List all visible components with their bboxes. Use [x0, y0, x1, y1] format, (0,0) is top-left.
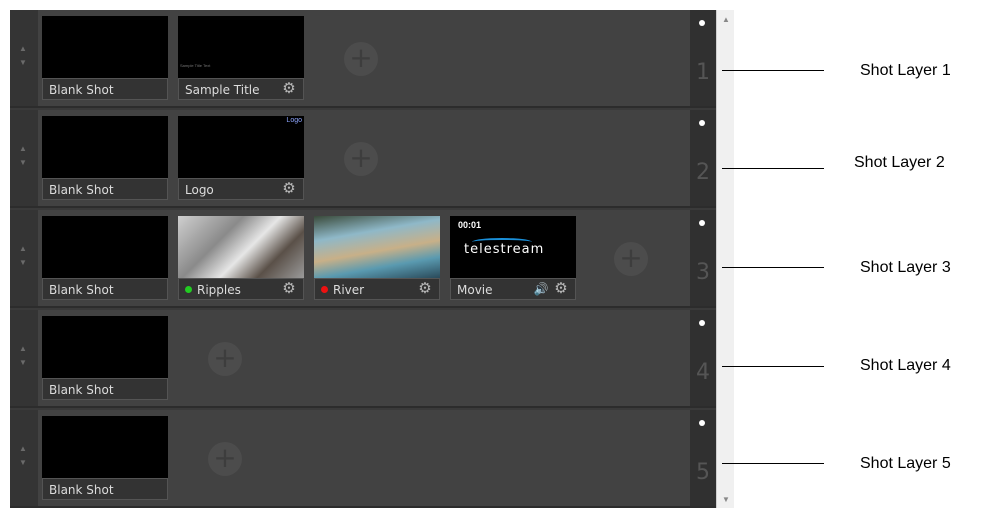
move-down-icon[interactable]: ▼ [18, 458, 28, 468]
callout-label: Shot Layer 2 [854, 154, 945, 171]
shot-blank[interactable]: Blank Shot [42, 316, 168, 400]
layer-number-strip: 2 [690, 110, 716, 206]
shot-ripples[interactable]: Ripples ⚙ [178, 216, 304, 300]
layer-number-strip: 4 [690, 310, 716, 406]
layer-number-strip: 1 [690, 10, 716, 106]
vertical-scrollbar[interactable]: ▲ ▼ [716, 10, 734, 508]
move-down-icon[interactable]: ▼ [18, 358, 28, 368]
shot-label: Blank Shot [42, 378, 168, 400]
scroll-up-icon[interactable]: ▲ [720, 14, 732, 26]
shot-label: Blank Shot [42, 278, 168, 300]
shot-thumbnail[interactable] [314, 216, 440, 278]
layer-number-strip: 3 [690, 210, 716, 306]
add-shot-icon[interactable]: + [614, 242, 648, 276]
callout-line [722, 70, 824, 71]
gear-icon[interactable]: ⚙ [553, 281, 569, 297]
shot-blank[interactable]: Blank Shot [42, 16, 168, 100]
on-air-indicator [699, 420, 705, 426]
shot-label: Logo ⚙ [178, 178, 304, 200]
layer-number: 3 [696, 260, 710, 285]
status-dot-icon [185, 286, 192, 293]
move-up-icon[interactable]: ▲ [18, 344, 28, 354]
add-shot-icon[interactable]: + [208, 342, 242, 376]
layer-number: 4 [696, 360, 710, 385]
scroll-down-icon[interactable]: ▼ [720, 494, 732, 506]
shot-blank[interactable]: Blank Shot [42, 116, 168, 200]
gear-icon[interactable]: ⚙ [281, 281, 297, 297]
move-down-icon[interactable]: ▼ [18, 58, 28, 68]
callout-line [722, 366, 824, 367]
shot-thumbnail[interactable] [178, 216, 304, 278]
shot-blank[interactable]: Blank Shot [42, 216, 168, 300]
callout-line [722, 267, 824, 268]
shot-label: Sample Title ⚙ [178, 78, 304, 100]
shot-river[interactable]: River ⚙ [314, 216, 440, 300]
shot-label: River ⚙ [314, 278, 440, 300]
reorder-handle[interactable]: ▲ ▼ [10, 410, 38, 506]
thumbnail-title-text: Sample Title Text [180, 63, 211, 68]
callout-label: Shot Layer 1 [860, 62, 951, 79]
add-shot-icon[interactable]: + [344, 142, 378, 176]
shot-layer-5: ▲ ▼ Blank Shot + 5 [10, 410, 716, 508]
shot-layer-3: ▲ ▼ Blank Shot Ripples ⚙ River ⚙ 00:01 t… [10, 210, 716, 308]
shot-thumbnail[interactable]: Sample Title Text [178, 16, 304, 78]
shot-layer-2: ▲ ▼ Blank Shot Logo Logo ⚙ + 2 [10, 110, 716, 208]
move-up-icon[interactable]: ▲ [18, 244, 28, 254]
reorder-handle[interactable]: ▲ ▼ [10, 310, 38, 406]
shot-layers-panel: ▲ ▼ Blank Shot Sample Title Text Sample … [10, 10, 716, 508]
layer-number: 5 [696, 460, 710, 485]
layer-number: 1 [696, 60, 710, 85]
shot-sample-title[interactable]: Sample Title Text Sample Title ⚙ [178, 16, 304, 100]
on-air-indicator [699, 320, 705, 326]
on-air-indicator [699, 220, 705, 226]
shot-label: Ripples ⚙ [178, 278, 304, 300]
shot-thumbnail[interactable] [42, 416, 168, 478]
shot-thumbnail[interactable]: 00:01 telestream [450, 216, 576, 278]
shot-label: Blank Shot [42, 178, 168, 200]
shot-thumbnail[interactable] [42, 316, 168, 378]
add-shot-icon[interactable]: + [208, 442, 242, 476]
layer-number: 2 [696, 160, 710, 185]
callout-line [722, 168, 824, 169]
shot-thumbnail[interactable] [42, 116, 168, 178]
move-up-icon[interactable]: ▲ [18, 144, 28, 154]
callout-line [722, 463, 824, 464]
layer-number-strip: 5 [690, 410, 716, 506]
callout-label: Shot Layer 5 [860, 455, 951, 472]
on-air-indicator [699, 20, 705, 26]
add-shot-icon[interactable]: + [344, 42, 378, 76]
shot-label: Movie 🔊 ⚙ [450, 278, 576, 300]
move-up-icon[interactable]: ▲ [18, 444, 28, 454]
shot-layer-1: ▲ ▼ Blank Shot Sample Title Text Sample … [10, 10, 716, 108]
callout-label: Shot Layer 3 [860, 259, 951, 276]
gear-icon[interactable]: ⚙ [281, 181, 297, 197]
shot-thumbnail[interactable]: Logo [178, 116, 304, 178]
shot-layer-4: ▲ ▼ Blank Shot + 4 [10, 310, 716, 408]
move-down-icon[interactable]: ▼ [18, 258, 28, 268]
shot-thumbnail[interactable] [42, 16, 168, 78]
movie-timecode: 00:01 [458, 220, 482, 230]
reorder-handle[interactable]: ▲ ▼ [10, 10, 38, 106]
reorder-handle[interactable]: ▲ ▼ [10, 110, 38, 206]
move-up-icon[interactable]: ▲ [18, 44, 28, 54]
shot-label: Blank Shot [42, 78, 168, 100]
shot-thumbnail[interactable] [42, 216, 168, 278]
gear-icon[interactable]: ⚙ [417, 281, 433, 297]
status-dot-icon [321, 286, 328, 293]
telestream-logo: telestream [464, 242, 545, 257]
shot-movie[interactable]: 00:01 telestream Movie 🔊 ⚙ [450, 216, 576, 300]
gear-icon[interactable]: ⚙ [281, 81, 297, 97]
shot-blank[interactable]: Blank Shot [42, 416, 168, 500]
callout-label: Shot Layer 4 [860, 357, 951, 374]
reorder-handle[interactable]: ▲ ▼ [10, 210, 38, 306]
thumbnail-logo-text: Logo [286, 117, 302, 124]
shot-logo[interactable]: Logo Logo ⚙ [178, 116, 304, 200]
on-air-indicator [699, 120, 705, 126]
move-down-icon[interactable]: ▼ [18, 158, 28, 168]
volume-icon[interactable]: 🔊 [533, 281, 549, 297]
shot-label: Blank Shot [42, 478, 168, 500]
